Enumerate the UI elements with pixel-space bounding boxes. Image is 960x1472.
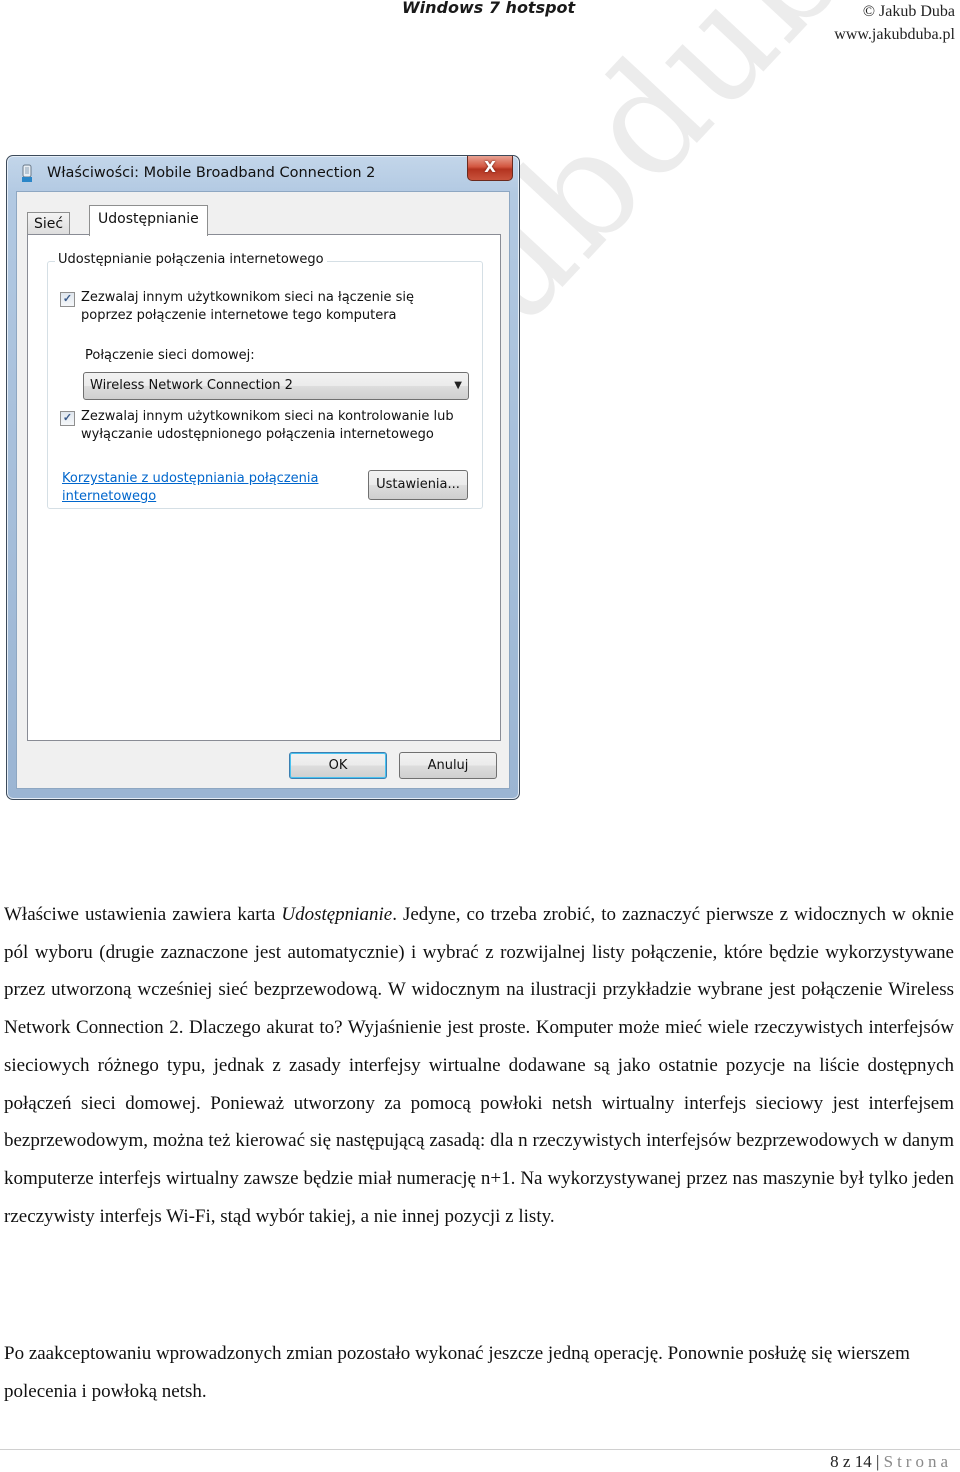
dropdown-value: Wireless Network Connection 2 — [90, 378, 293, 393]
ok-button[interactable]: OK — [289, 752, 387, 779]
chevron-down-icon: ▼ — [454, 380, 462, 391]
page-label: Strona — [883, 1452, 952, 1471]
close-button[interactable]: X — [467, 156, 513, 181]
allow-control-checkbox[interactable]: ✓ — [60, 411, 75, 426]
cancel-button[interactable]: Anuluj — [399, 752, 497, 779]
dialog-title: Właściwości: Mobile Broadband Connection… — [47, 165, 376, 181]
page-number: 8 z 14 — [830, 1452, 872, 1471]
checkmark-icon: ✓ — [62, 293, 73, 305]
allow-connect-line1: Zezwalaj innym użytkownikom sieci na łąc… — [81, 290, 415, 305]
checkmark-icon: ✓ — [62, 412, 73, 424]
author: © Jakub Duba — [862, 3, 955, 20]
document-title: Windows 7 hotspot — [402, 0, 576, 17]
properties-dialog: Właściwości: Mobile Broadband Connection… — [6, 155, 520, 800]
settings-button[interactable]: Ustawienia... — [368, 470, 468, 500]
footer-divider — [0, 1449, 960, 1450]
groupbox-label: Udostępnianie połączenia internetowego — [55, 252, 327, 267]
network-adapter-icon — [22, 164, 32, 182]
p1-text-rest: . Jedyne, co trzeba zrobić, to zaznaczyć… — [4, 904, 954, 1227]
allow-control-line1: Zezwalaj innym użytkownikom sieci na kon… — [81, 409, 454, 424]
dialog-client-area: Sieć Udostępnianie Udostępnianie połącze… — [16, 191, 510, 789]
page-footer: 8 z 14 | Strona — [830, 1452, 952, 1472]
allow-control-label: Zezwalaj innym użytkownikom sieci na kon… — [81, 408, 454, 444]
allow-connect-checkbox[interactable]: ✓ — [60, 292, 75, 307]
footer-separator: | — [871, 1452, 884, 1471]
body-paragraph-2: Po zaakceptowaniu wprowadzonych zmian po… — [4, 1343, 910, 1402]
tab-udostepnianie[interactable]: Udostępnianie — [89, 205, 208, 236]
ics-help-link[interactable]: Korzystanie z udostępniania połączenia i… — [62, 470, 352, 506]
home-connection-label: Połączenie sieci domowej: — [85, 348, 255, 363]
allow-connect-label: Zezwalaj innym użytkownikom sieci na łąc… — [81, 289, 414, 325]
body-paragraph-1: Właściwe ustawienia zawiera karta Udostę… — [4, 896, 954, 1235]
tab-siec[interactable]: Sieć — [27, 212, 71, 235]
ics-groupbox: Udostępnianie połączenia internetowego ✓… — [47, 252, 483, 509]
website-url: www.jakubduba.pl — [834, 26, 955, 43]
allow-control-line2: wyłączanie udostępnionego połączenia int… — [81, 427, 434, 442]
allow-connect-line2: poprzez połączenie internetowe tego komp… — [81, 308, 397, 323]
close-icon: X — [484, 158, 496, 176]
home-connection-dropdown[interactable]: Wireless Network Connection 2 ▼ — [83, 372, 469, 400]
sharing-tab-panel: Udostępnianie połączenia internetowego ✓… — [27, 234, 501, 741]
p1-emphasis: Udostępnianie — [281, 904, 393, 925]
p1-text-start: Właściwe ustawienia zawiera karta — [4, 904, 282, 925]
